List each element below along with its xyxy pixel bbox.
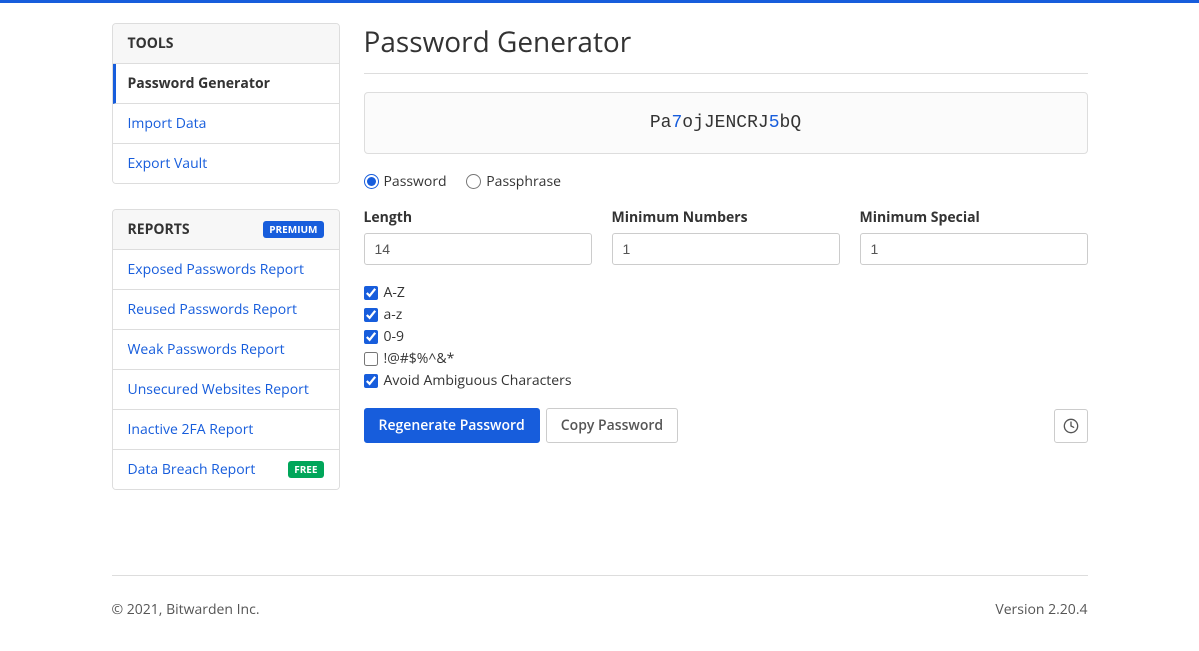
generated-password-text: Pa7ojJENCRJ5bQ: [650, 113, 801, 133]
sidebar-item-label: Reused Passwords Report: [128, 300, 297, 319]
history-button[interactable]: [1054, 409, 1088, 443]
sidebar-item-inactive-2fa[interactable]: Inactive 2FA Report: [113, 410, 339, 450]
sidebar-item-password-generator[interactable]: Password Generator: [113, 64, 339, 104]
sidebar-item-label: Import Data: [128, 114, 207, 133]
check-uppercase-box[interactable]: [364, 286, 378, 300]
check-special[interactable]: !@#$%^&*: [364, 349, 1088, 368]
sidebar-item-label: Weak Passwords Report: [128, 340, 285, 359]
sidebar: Tools Password Generator Import Data Exp…: [112, 23, 340, 515]
sidebar-item-label: Unsecured Websites Report: [128, 380, 309, 399]
reports-header-text: Reports: [128, 220, 190, 239]
check-special-box[interactable]: [364, 352, 378, 366]
type-radio-row: Password Passphrase: [364, 172, 1088, 194]
sidebar-item-unsecured-websites[interactable]: Unsecured Websites Report: [113, 370, 339, 410]
check-ambiguous-label: Avoid Ambiguous Characters: [384, 371, 572, 390]
check-ambiguous[interactable]: Avoid Ambiguous Characters: [364, 371, 1088, 390]
type-password-label: Password: [384, 172, 447, 191]
check-numbers-box[interactable]: [364, 330, 378, 344]
type-passphrase-radio[interactable]: [466, 174, 481, 189]
length-group: Length: [364, 208, 592, 265]
min-numbers-label: Minimum Numbers: [612, 208, 840, 227]
sidebar-item-export-vault[interactable]: Export Vault: [113, 144, 339, 183]
sidebar-item-exposed-passwords[interactable]: Exposed Passwords Report: [113, 250, 339, 290]
check-lowercase-label: a-z: [384, 305, 403, 324]
title-divider: [364, 73, 1088, 74]
check-uppercase-label: A-Z: [384, 283, 405, 302]
min-special-group: Minimum Special: [860, 208, 1088, 265]
sidebar-item-reused-passwords[interactable]: Reused Passwords Report: [113, 290, 339, 330]
type-passphrase-option[interactable]: Passphrase: [466, 172, 561, 191]
tools-card: Tools Password Generator Import Data Exp…: [112, 23, 340, 184]
footer-version: Version 2.20.4: [995, 600, 1087, 619]
tools-header: Tools: [113, 24, 339, 64]
type-password-option[interactable]: Password: [364, 172, 447, 191]
footer: © 2021, Bitwarden Inc. Version 2.20.4: [112, 576, 1088, 651]
sidebar-item-label: Data Breach Report: [128, 460, 256, 479]
page-title: Password Generator: [364, 23, 1088, 61]
check-uppercase[interactable]: A-Z: [364, 283, 1088, 302]
regenerate-button[interactable]: Regenerate Password: [364, 408, 540, 443]
length-input[interactable]: [364, 233, 592, 265]
history-icon: [1063, 418, 1079, 434]
check-numbers-label: 0-9: [384, 327, 405, 346]
min-special-label: Minimum Special: [860, 208, 1088, 227]
footer-copyright: © 2021, Bitwarden Inc.: [112, 600, 260, 619]
sidebar-item-import-data[interactable]: Import Data: [113, 104, 339, 144]
sidebar-item-label: Password Generator: [128, 74, 270, 93]
type-passphrase-label: Passphrase: [486, 172, 561, 191]
check-special-label: !@#$%^&*: [384, 349, 455, 368]
reports-header: Reports Premium: [113, 210, 339, 250]
min-numbers-group: Minimum Numbers: [612, 208, 840, 265]
free-badge: Free: [288, 461, 323, 478]
reports-card: Reports Premium Exposed Passwords Report…: [112, 209, 340, 490]
premium-badge: Premium: [263, 221, 323, 238]
length-label: Length: [364, 208, 592, 227]
min-special-input[interactable]: [860, 233, 1088, 265]
check-lowercase-box[interactable]: [364, 308, 378, 322]
main-content: Password Generator Pa7ojJENCRJ5bQ Passwo…: [364, 23, 1088, 515]
copy-button[interactable]: Copy Password: [546, 408, 678, 443]
tools-header-text: Tools: [128, 34, 174, 53]
check-ambiguous-box[interactable]: [364, 374, 378, 388]
sidebar-item-label: Inactive 2FA Report: [128, 420, 254, 439]
min-numbers-input[interactable]: [612, 233, 840, 265]
sidebar-item-label: Exposed Passwords Report: [128, 260, 304, 279]
check-lowercase[interactable]: a-z: [364, 305, 1088, 324]
sidebar-item-weak-passwords[interactable]: Weak Passwords Report: [113, 330, 339, 370]
type-password-radio[interactable]: [364, 174, 379, 189]
sidebar-item-data-breach[interactable]: Data Breach Report Free: [113, 450, 339, 489]
generated-password-display: Pa7ojJENCRJ5bQ: [364, 92, 1088, 154]
check-numbers[interactable]: 0-9: [364, 327, 1088, 346]
character-options: A-Z a-z 0-9 !@#$%^&* Avoid Ambiguous Cha…: [364, 283, 1088, 390]
sidebar-item-label: Export Vault: [128, 154, 208, 173]
